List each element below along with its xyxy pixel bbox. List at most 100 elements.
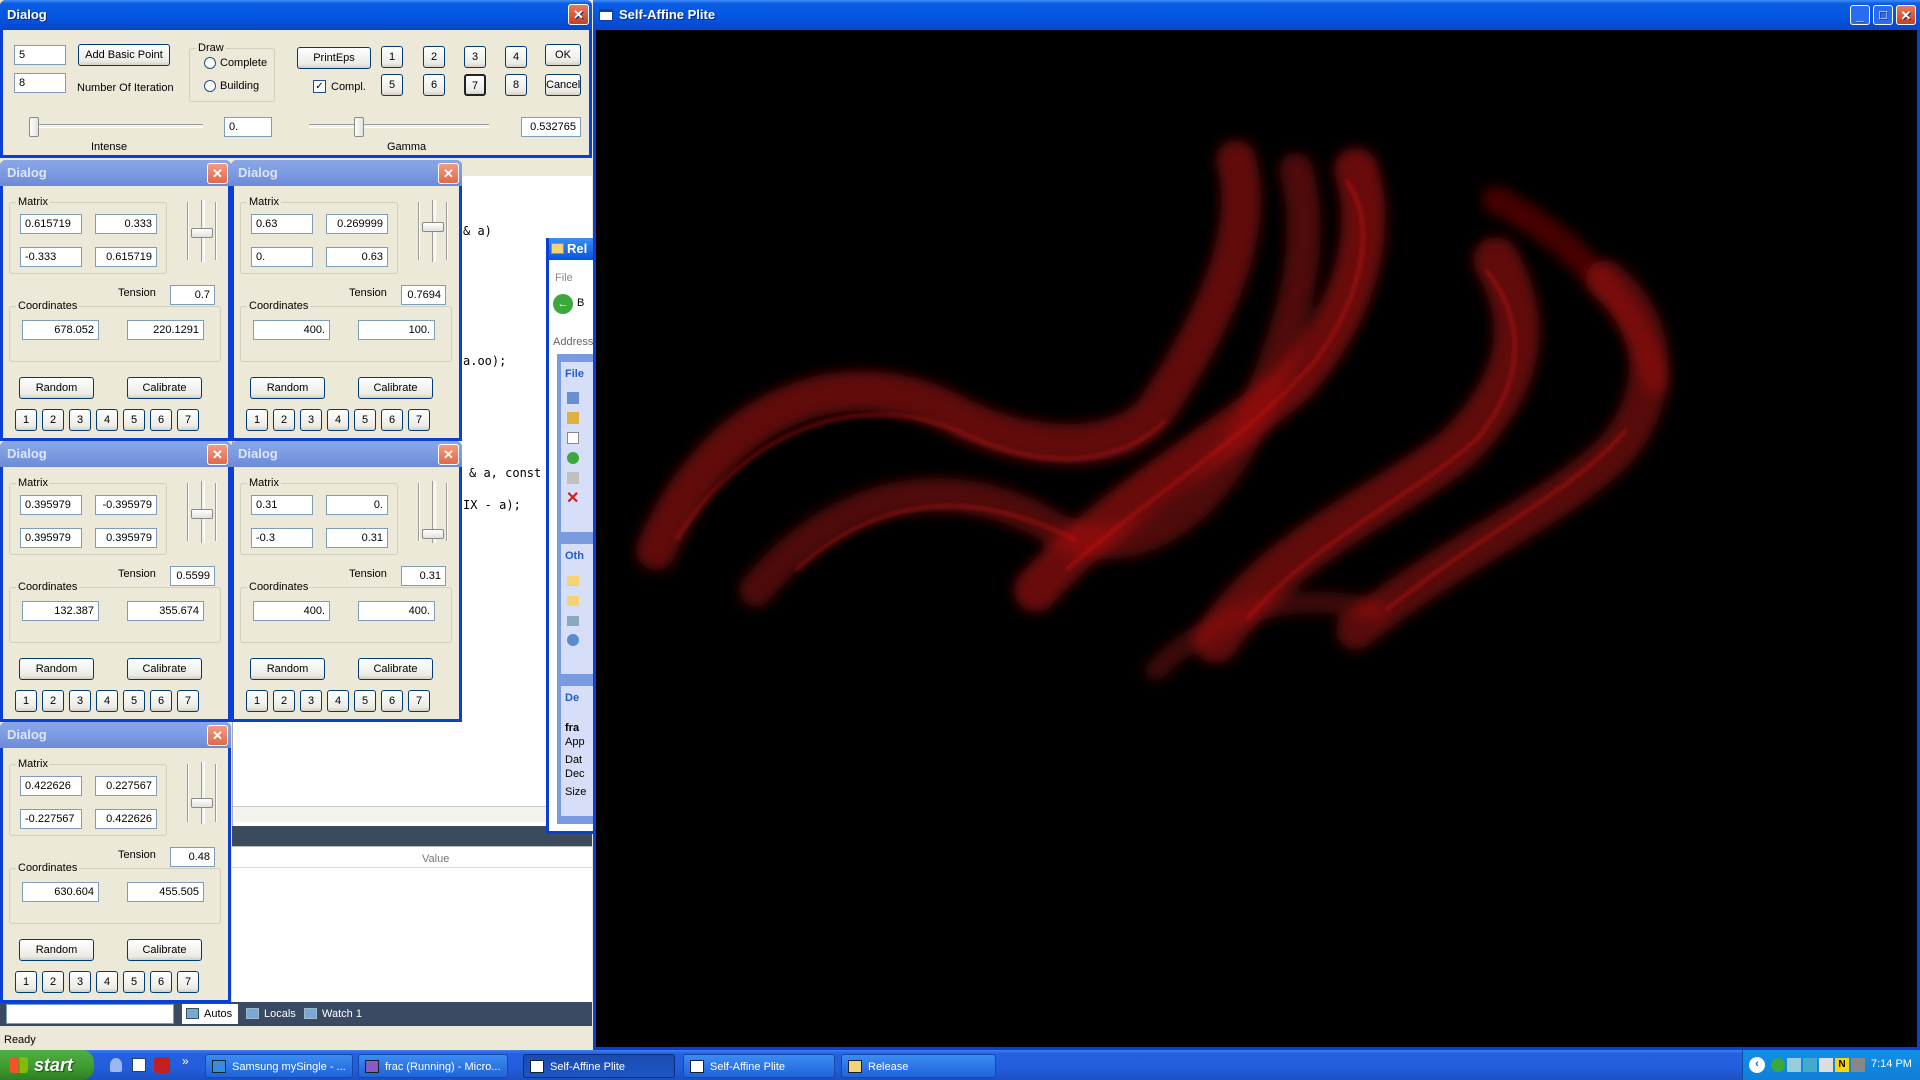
tab-locals[interactable]: Locals [242, 1004, 302, 1024]
calibrate-button[interactable]: Calibrate [127, 658, 202, 680]
main-dialog[interactable]: Dialog ✕ 5 Add Basic Point 8 Number Of I… [0, 0, 592, 158]
tension-slider-thumb[interactable] [191, 228, 213, 238]
num-button-2[interactable]: 2 [423, 46, 445, 68]
matrix-m11-input[interactable]: 0.615719 [95, 247, 157, 267]
matrix-m01-input[interactable]: 0.333 [95, 214, 157, 234]
taskbar-item[interactable]: Release [841, 1054, 996, 1078]
printeps-button[interactable]: PrintEps [297, 47, 371, 69]
tab-autos[interactable]: Autos [182, 1004, 239, 1024]
sub-num-button-1[interactable]: 1 [246, 690, 268, 712]
matrix-m00-input[interactable]: 0.615719 [20, 214, 82, 234]
num-button-5[interactable]: 5 [381, 74, 403, 96]
sub-num-button-6[interactable]: 6 [381, 409, 403, 431]
sub-dialog-titlebar[interactable]: Dialog ✕ [0, 722, 231, 748]
sub-num-button-4[interactable]: 4 [327, 690, 349, 712]
coord-x-input[interactable]: 400. [253, 601, 330, 621]
matrix-m00-input[interactable]: 0.63 [251, 214, 313, 234]
close-icon[interactable]: ✕ [438, 163, 459, 184]
sub-num-button-7[interactable]: 7 [408, 690, 430, 712]
taskbar-item[interactable]: Self-Affine Plite [683, 1054, 835, 1078]
task-icon[interactable] [567, 472, 579, 484]
matrix-m01-input[interactable]: 0.227567 [95, 776, 157, 796]
tray-icon[interactable]: N [1835, 1058, 1849, 1072]
close-icon[interactable]: ✕ [438, 444, 459, 465]
sub-num-button-6[interactable]: 6 [150, 409, 172, 431]
maximize-button[interactable]: □ [1873, 5, 1893, 25]
sub-num-button-5[interactable]: 5 [123, 409, 145, 431]
sub-num-button-1[interactable]: 1 [246, 409, 268, 431]
sub-num-button-1[interactable]: 1 [15, 409, 37, 431]
building-radio[interactable] [204, 80, 216, 92]
chevron-icon[interactable]: » [182, 1054, 189, 1068]
taskbar-item[interactable]: frac (Running) - Micro... [358, 1054, 508, 1078]
tension-slider-thumb[interactable] [191, 509, 213, 519]
num-button-4[interactable]: 4 [505, 46, 527, 68]
render-window-titlebar[interactable]: Self-Affine Plite _ □ ✕ [593, 0, 1920, 30]
gamma-slider[interactable] [309, 124, 489, 128]
globe-icon[interactable] [567, 452, 579, 464]
tray-icon[interactable] [1803, 1058, 1817, 1072]
random-button[interactable]: Random [250, 658, 325, 680]
sub-num-button-5[interactable]: 5 [123, 690, 145, 712]
num-button-7[interactable]: 7 [464, 74, 486, 96]
task-icon[interactable] [567, 392, 579, 404]
sub-num-button-5[interactable]: 5 [354, 409, 376, 431]
sub-num-button-7[interactable]: 7 [408, 409, 430, 431]
quicklaunch-icon[interactable] [132, 1058, 146, 1072]
coord-y-input[interactable]: 100. [358, 320, 435, 340]
num-button-8[interactable]: 8 [505, 74, 527, 96]
random-button[interactable]: Random [19, 658, 94, 680]
sub-num-button-6[interactable]: 6 [381, 690, 403, 712]
matrix-m10-input[interactable]: -0.333 [20, 247, 82, 267]
sub-num-button-3[interactable]: 3 [69, 409, 91, 431]
tray-icon[interactable] [1787, 1058, 1801, 1072]
ok-button[interactable]: OK [545, 44, 581, 66]
close-icon[interactable]: ✕ [207, 163, 228, 184]
matrix-m00-input[interactable]: 0.422626 [20, 776, 82, 796]
sub-num-button-4[interactable]: 4 [96, 409, 118, 431]
folder-icon[interactable] [567, 596, 579, 606]
sub-num-button-3[interactable]: 3 [300, 690, 322, 712]
sub-num-button-4[interactable]: 4 [96, 971, 118, 993]
gamma-input[interactable]: 0.532765 [521, 117, 581, 137]
close-icon[interactable]: ✕ [568, 4, 589, 25]
coord-y-input[interactable]: 220.1291 [127, 320, 204, 340]
tension-input[interactable]: 0.31 [401, 566, 446, 586]
sub-num-button-6[interactable]: 6 [150, 690, 172, 712]
coord-y-input[interactable]: 355.674 [127, 601, 204, 621]
tension-input[interactable]: 0.7 [170, 285, 215, 305]
sub-num-button-7[interactable]: 7 [177, 409, 199, 431]
matrix-m01-input[interactable]: -0.395979 [95, 495, 157, 515]
compl-checkbox[interactable]: ✓ [313, 80, 326, 93]
minimize-button[interactable]: _ [1850, 5, 1870, 25]
sub-num-button-2[interactable]: 2 [273, 409, 295, 431]
coord-y-input[interactable]: 455.505 [127, 882, 204, 902]
close-button[interactable]: ✕ [1896, 5, 1916, 25]
sub-num-button-2[interactable]: 2 [42, 409, 64, 431]
tray-icon[interactable] [1771, 1058, 1785, 1072]
random-button[interactable]: Random [250, 377, 325, 399]
coord-y-input[interactable]: 400. [358, 601, 435, 621]
coord-x-input[interactable]: 132.387 [22, 601, 99, 621]
render-window[interactable]: Self-Affine Plite _ □ ✕ [593, 0, 1920, 1050]
back-button[interactable]: ← B [553, 292, 596, 316]
iterations-input[interactable]: 8 [14, 73, 66, 93]
quicklaunch-icon[interactable] [154, 1057, 170, 1073]
tab-watch1[interactable]: Watch 1 [300, 1004, 368, 1024]
intense-slider[interactable] [29, 124, 203, 128]
close-icon[interactable]: ✕ [207, 444, 228, 465]
sub-dialog-2[interactable]: Dialog ✕ Matrix 0.63 0.269999 0. 0.63 Te… [231, 160, 462, 441]
sub-num-button-3[interactable]: 3 [300, 409, 322, 431]
sub-num-button-2[interactable]: 2 [42, 971, 64, 993]
matrix-m10-input[interactable]: -0.227567 [20, 809, 82, 829]
gamma-slider-thumb[interactable] [354, 117, 364, 137]
sub-num-button-7[interactable]: 7 [177, 690, 199, 712]
matrix-m11-input[interactable]: 0.31 [326, 528, 388, 548]
coord-x-input[interactable]: 630.604 [22, 882, 99, 902]
matrix-m11-input[interactable]: 0.422626 [95, 809, 157, 829]
sub-dialog-titlebar[interactable]: Dialog ✕ [231, 160, 462, 186]
explorer-menu-file[interactable]: File [555, 272, 573, 284]
sub-num-button-2[interactable]: 2 [273, 690, 295, 712]
sub-dialog-titlebar[interactable]: Dialog ✕ [0, 441, 231, 467]
matrix-m01-input[interactable]: 0. [326, 495, 388, 515]
